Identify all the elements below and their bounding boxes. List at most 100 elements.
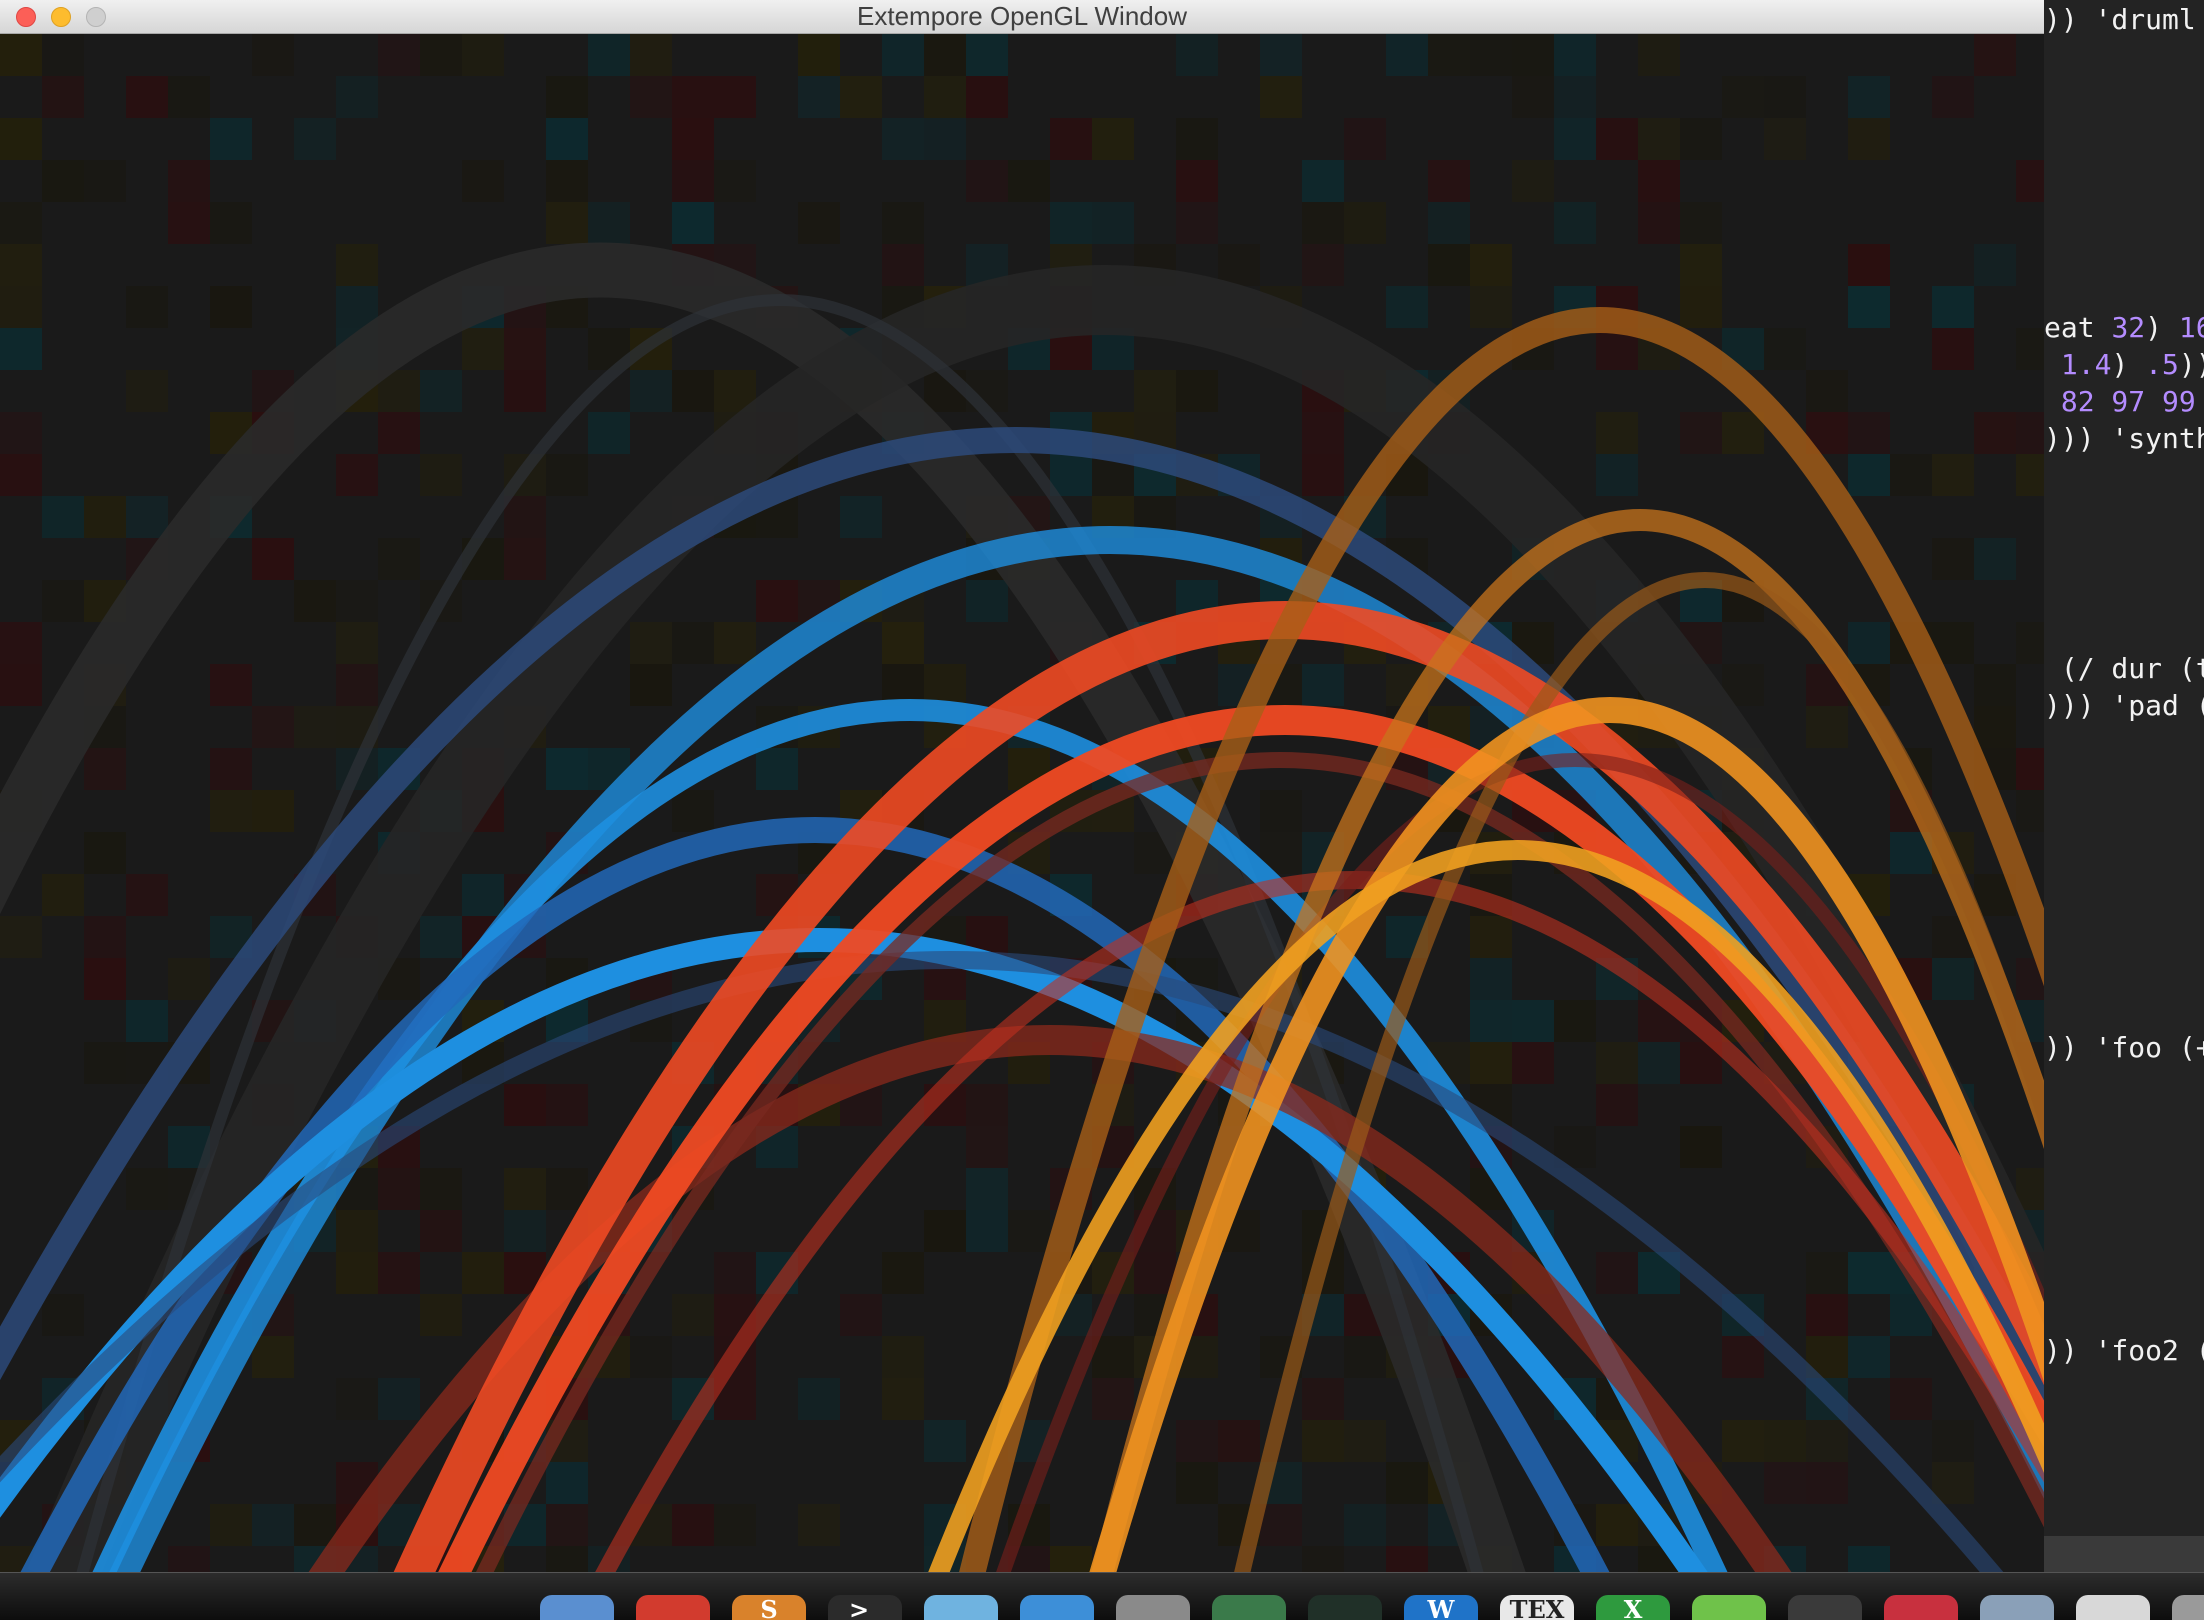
noise-pixel — [1050, 202, 1092, 244]
noise-pixel — [1050, 118, 1092, 160]
noise-pixel — [1680, 202, 1722, 244]
opengl-window: Extempore OpenGL Window — [0, 0, 2044, 1572]
code-line[interactable]: ))) 'synth — [2044, 421, 2204, 457]
noise-pixel — [1512, 34, 1554, 76]
downloads-stack-icon[interactable] — [2076, 1595, 2150, 1620]
finder-icon[interactable] — [540, 1595, 614, 1620]
noise-pixel — [126, 496, 168, 538]
code-line[interactable]: 1.4) .5)) — [2044, 347, 2204, 383]
noise-pixel — [168, 202, 210, 244]
activity-monitor-icon[interactable] — [1308, 1595, 1382, 1620]
noise-pixel — [672, 118, 714, 160]
noise-pixel — [546, 454, 588, 496]
system-preferences-icon[interactable] — [1116, 1595, 1190, 1620]
code-number-token: 1.4 — [2060, 348, 2112, 381]
terminal-icon[interactable]: >_ — [828, 1595, 902, 1620]
noise-pixel — [1302, 160, 1344, 202]
itunes-icon[interactable] — [924, 1595, 998, 1620]
noise-pixel — [336, 244, 378, 286]
noise-pixel — [1302, 412, 1344, 454]
books-icon[interactable] — [1212, 1595, 1286, 1620]
code-line[interactable]: (/ dur (t — [2044, 651, 2204, 687]
dock-icon-glyph: >_ — [848, 1595, 882, 1620]
noise-pixel — [42, 496, 84, 538]
preview-icon[interactable] — [1980, 1595, 2054, 1620]
editor-horizontal-scrollbar[interactable] — [2044, 1536, 2204, 1572]
noise-pixel — [84, 160, 126, 202]
noise-pixel — [966, 580, 1008, 622]
noise-pixel — [126, 370, 168, 412]
noise-pixel — [1806, 1462, 1848, 1504]
noise-pixel — [882, 1378, 924, 1420]
code-number-token: .5 — [2145, 348, 2179, 381]
code-token: )) 'foo (+ — [2044, 1031, 2204, 1064]
opengl-visualization-canvas — [0, 34, 2044, 1572]
noise-pixel — [1008, 160, 1050, 202]
noise-pixel — [420, 34, 462, 76]
code-token: eat — [2044, 311, 2112, 344]
papers-icon[interactable] — [1884, 1595, 1958, 1620]
noise-pixel — [1176, 34, 1218, 76]
noise-pixel — [798, 34, 840, 76]
code-line[interactable]: 82 97 99 — [2044, 384, 2196, 420]
noise-pixel — [462, 874, 504, 916]
noise-pixel — [84, 1042, 126, 1084]
noise-pixel — [924, 118, 966, 160]
noise-pixel — [210, 286, 252, 328]
noise-pixel — [546, 202, 588, 244]
noise-pixel — [2016, 160, 2044, 202]
code-line[interactable]: )) 'foo2 ( — [2044, 1333, 2204, 1369]
tex-icon[interactable]: TEX — [1500, 1595, 1574, 1620]
safari-icon[interactable] — [1020, 1595, 1094, 1620]
excel-icon[interactable]: X — [1596, 1595, 1670, 1620]
code-editor-panel[interactable]: )) 'druml eat 32) 16 1.4) .5)) 82 97 99))… — [2044, 0, 2204, 1536]
console-icon[interactable] — [1788, 1595, 1862, 1620]
noise-pixel — [1176, 202, 1218, 244]
code-line[interactable]: eat 32) 16 — [2044, 310, 2204, 346]
noise-pixel — [1470, 34, 1512, 76]
noise-pixel — [1764, 76, 1806, 118]
noise-pixel — [1386, 1462, 1428, 1504]
noise-pixel — [630, 664, 672, 706]
window-title-bar[interactable]: Extempore OpenGL Window — [0, 0, 2044, 34]
sublime-text-icon[interactable]: S — [732, 1595, 806, 1620]
noise-pixel — [1680, 118, 1722, 160]
noise-pixel — [1596, 1084, 1638, 1126]
noise-pixel — [1848, 454, 1890, 496]
noise-pixel — [966, 160, 1008, 202]
noise-pixel — [2016, 748, 2044, 790]
noise-pixel — [588, 412, 630, 454]
code-token: )) — [2178, 348, 2204, 381]
noise-pixel — [546, 748, 588, 790]
code-line[interactable]: )) 'foo (+ — [2044, 1030, 2204, 1066]
noise-pixel — [546, 1084, 588, 1126]
trash-icon[interactable] — [2172, 1595, 2204, 1620]
noise-pixel — [1932, 328, 1974, 370]
noise-pixel — [1260, 76, 1302, 118]
noise-pixel — [588, 34, 630, 76]
noise-pixel — [0, 664, 42, 706]
noise-pixel — [1428, 202, 1470, 244]
noise-pixel — [1386, 286, 1428, 328]
noise-pixel — [1596, 1042, 1638, 1084]
code-number-token: 82 97 99 — [2060, 385, 2196, 418]
noise-pixel — [1974, 706, 2016, 748]
noise-pixel — [1596, 118, 1638, 160]
utorrent-icon[interactable] — [1692, 1595, 1766, 1620]
noise-pixel — [1680, 412, 1722, 454]
noise-pixel — [1050, 1546, 1092, 1572]
noise-pixel — [1848, 622, 1890, 664]
code-line[interactable]: )) 'druml — [2044, 2, 2196, 38]
noise-pixel — [1092, 1378, 1134, 1420]
code-line[interactable]: ))) 'pad ( — [2044, 688, 2204, 724]
noise-pixel — [1764, 1420, 1806, 1462]
noise-pixel — [2016, 790, 2044, 832]
noise-pixel — [210, 1504, 252, 1546]
noise-pixel — [1680, 286, 1722, 328]
noise-pixel — [1260, 34, 1302, 76]
chrome-icon[interactable] — [636, 1595, 710, 1620]
noise-pixel — [1722, 1336, 1764, 1378]
word-icon[interactable]: W — [1404, 1595, 1478, 1620]
noise-pixel — [630, 34, 672, 76]
